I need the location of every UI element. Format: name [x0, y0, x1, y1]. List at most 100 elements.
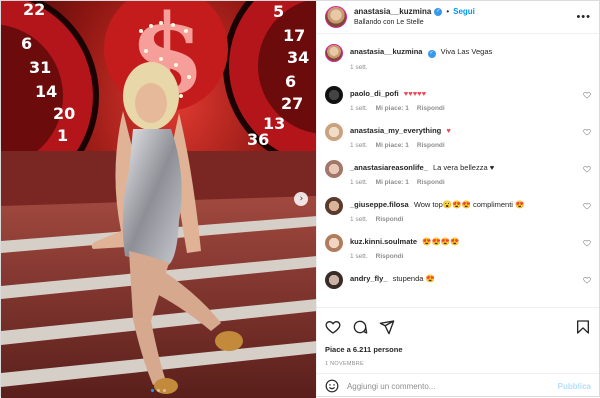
- likes-count[interactable]: Piace a 6.211 persone: [317, 345, 599, 357]
- publish-button[interactable]: Pubblica: [558, 382, 591, 391]
- comment-avatar[interactable]: [324, 233, 343, 252]
- reply-button[interactable]: Rispondi: [417, 142, 445, 149]
- comment-username[interactable]: kuz.kinni.soulmate: [350, 237, 417, 246]
- comment-username[interactable]: _anastasiareasonlife_: [350, 163, 428, 172]
- bookmark-icon[interactable]: [575, 319, 591, 335]
- author-avatar[interactable]: [324, 6, 347, 28]
- comment-body: _giuseppe.filosa Wow top😮😍😍 complimenti …: [350, 197, 591, 223]
- chevron-right-icon: ›: [299, 193, 304, 204]
- comment-time: 1 sett.: [349, 141, 368, 149]
- verified-badge-icon: ✓: [434, 7, 443, 16]
- separator-dot: •: [446, 7, 450, 16]
- comment-message: ♥: [446, 125, 451, 135]
- post-media[interactable]: 22 6 31 14 20 1 5 17 34 6 27 13 36 $ ›: [1, 1, 316, 398]
- comment-username[interactable]: andry_fly_: [350, 274, 388, 283]
- comment-text: _anastasiareasonlife_ La vera bellezza ♥: [350, 160, 591, 173]
- comment-avatar[interactable]: [324, 85, 343, 104]
- comment-text: paolo_di_pofi ♥♥♥♥♥: [350, 86, 591, 99]
- comment-heart-icon[interactable]: [583, 276, 591, 284]
- author-line: anastasia__kuzmina ✓ • Segui: [354, 6, 475, 17]
- svg-text:1: 1: [57, 126, 68, 145]
- caption: anastasia__kuzmina ✓ Viva Las Vegas 1 se…: [324, 44, 591, 75]
- comment-avatar[interactable]: [324, 270, 343, 289]
- comment-message: stupenda 😍: [392, 273, 435, 283]
- comment-time: 1 sett.: [349, 252, 368, 260]
- add-comment-bar: Pubblica: [316, 373, 599, 398]
- comment-item: _anastasiareasonlife_ La vera bellezza ♥…: [324, 159, 591, 186]
- comment-time: 1 sett.: [349, 178, 368, 186]
- svg-text:6: 6: [21, 34, 32, 53]
- comment-heart-icon[interactable]: [583, 165, 591, 173]
- comments-list[interactable]: anastasia__kuzmina ✓ Viva Las Vegas 1 se…: [317, 34, 599, 307]
- emoji-icon[interactable]: [325, 379, 339, 393]
- heart-icon[interactable]: [325, 319, 341, 335]
- caption-avatar[interactable]: [324, 44, 343, 62]
- comment-heart-icon[interactable]: [583, 202, 591, 210]
- verified-badge-icon: ✓: [427, 49, 436, 58]
- comment-likes[interactable]: Mi piace: 1: [376, 142, 409, 149]
- svg-text:31: 31: [29, 58, 51, 77]
- reply-button[interactable]: Rispondi: [376, 216, 404, 223]
- comment-heart-icon[interactable]: [583, 239, 591, 247]
- share-icon[interactable]: [379, 319, 395, 335]
- comment-message: Wow top😮😍😍 complimenti 😍: [413, 199, 525, 209]
- comment-message: ♥♥♥♥♥: [403, 88, 427, 98]
- comment-body: andry_fly_ stupenda 😍: [350, 271, 591, 289]
- carousel-dot-2: [156, 389, 160, 392]
- reply-button[interactable]: Rispondi: [417, 105, 445, 112]
- comment-text: _giuseppe.filosa Wow top😮😍😍 complimenti …: [350, 197, 591, 210]
- svg-text:6: 6: [285, 72, 296, 91]
- comment-input[interactable]: [346, 381, 558, 391]
- comment-avatar[interactable]: [324, 196, 343, 215]
- post-location[interactable]: Ballando con Le Stelle: [354, 17, 475, 28]
- carousel-indicator: [1, 389, 316, 392]
- svg-text:14: 14: [35, 82, 57, 101]
- action-bar: [316, 307, 599, 345]
- follow-button[interactable]: Segui: [453, 6, 475, 17]
- comment-avatar[interactable]: [324, 159, 343, 178]
- post-photo: 22631 14201 51734 6271336 $: [1, 1, 316, 398]
- comment-likes[interactable]: Mi piace: 1: [376, 105, 409, 112]
- comment-username[interactable]: paolo_di_pofi: [350, 89, 399, 98]
- svg-text:20: 20: [53, 104, 75, 123]
- comment-text: andry_fly_ stupenda 😍: [350, 271, 591, 284]
- carousel-dot-1: [150, 389, 154, 392]
- comment-likes[interactable]: Mi piace: 1: [376, 179, 409, 186]
- comment-meta: 1 sett. Mi piace: 1 Rispondi: [350, 105, 591, 112]
- post-header: anastasia__kuzmina ✓ • Segui Ballando co…: [316, 1, 599, 34]
- comment-item: _giuseppe.filosa Wow top😮😍😍 complimenti …: [324, 196, 591, 223]
- comment-heart-icon[interactable]: [583, 91, 591, 99]
- comment-time: 1 sett.: [349, 104, 368, 112]
- comment-meta: 1 sett. Rispondi: [350, 216, 591, 223]
- comment-icon[interactable]: [352, 319, 368, 335]
- comment-username[interactable]: anastasia_my_everything: [350, 126, 441, 135]
- comment-body: _anastasiareasonlife_ La vera bellezza ♥…: [350, 160, 591, 186]
- svg-text:27: 27: [281, 94, 303, 113]
- svg-text:36: 36: [247, 130, 269, 149]
- svg-text:34: 34: [287, 48, 309, 67]
- comment-item: anastasia_my_everything ♥ 1 sett. Mi pia…: [324, 122, 591, 149]
- caption-meta: 1 sett.: [350, 64, 591, 71]
- comment-avatar[interactable]: [324, 122, 343, 141]
- reply-button[interactable]: Rispondi: [376, 253, 404, 260]
- comment-username[interactable]: _giuseppe.filosa: [350, 200, 409, 209]
- caption-text: anastasia__kuzmina ✓ Viva Las Vegas: [350, 44, 591, 58]
- comment-heart-icon[interactable]: [583, 128, 591, 136]
- author-info: anastasia__kuzmina ✓ • Segui Ballando co…: [354, 6, 475, 28]
- post-side-panel: anastasia__kuzmina ✓ • Segui Ballando co…: [315, 1, 599, 398]
- reply-button[interactable]: Rispondi: [417, 179, 445, 186]
- comment-item: andry_fly_ stupenda 😍: [324, 270, 591, 289]
- more-options-icon[interactable]: •••: [576, 11, 591, 23]
- author-username[interactable]: anastasia__kuzmina: [354, 6, 431, 17]
- comment-meta: 1 sett. Mi piace: 1 Rispondi: [350, 142, 591, 149]
- comment-time: 1 sett.: [349, 215, 368, 223]
- caption-username[interactable]: anastasia__kuzmina: [350, 47, 423, 56]
- post-date[interactable]: 1 NOVEMBRE: [317, 357, 599, 373]
- caption-time: 1 sett.: [349, 63, 368, 71]
- caption-body: anastasia__kuzmina ✓ Viva Las Vegas 1 se…: [350, 44, 591, 71]
- comment-body: paolo_di_pofi ♥♥♥♥♥ 1 sett. Mi piace: 1 …: [350, 86, 591, 112]
- svg-text:22: 22: [23, 1, 45, 19]
- comment-text: anastasia_my_everything ♥: [350, 123, 591, 136]
- caption-message: Viva Las Vegas: [440, 47, 493, 56]
- next-slide-button[interactable]: ›: [293, 192, 308, 206]
